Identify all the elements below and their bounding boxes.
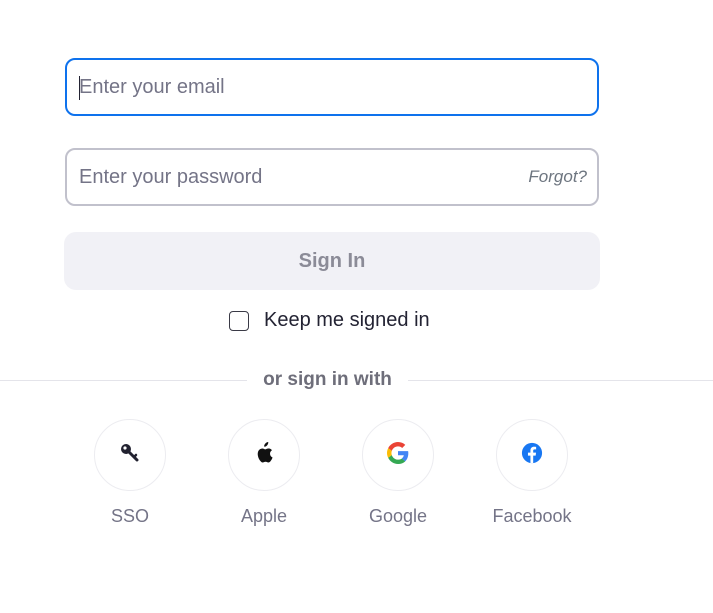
keep-signed-in-checkbox[interactable] (229, 310, 249, 331)
alt-signin-divider-label: or sign in with (263, 369, 392, 390)
sign-in-button[interactable]: Sign In (64, 232, 600, 290)
text-cursor (79, 76, 80, 100)
key-icon (119, 442, 141, 469)
password-field[interactable]: Forgot? (65, 148, 599, 206)
google-icon (387, 441, 409, 469)
apple-signin-button[interactable]: Apple (209, 419, 319, 527)
google-circle[interactable] (362, 419, 434, 491)
apple-icon (254, 441, 274, 469)
facebook-circle[interactable] (496, 419, 568, 491)
divider-line-left (0, 380, 247, 381)
keep-signed-in-toggle[interactable]: Keep me signed in (229, 309, 430, 332)
sso-label: SSO (110, 506, 149, 526)
divider-line-right (408, 380, 713, 381)
email-input[interactable] (67, 60, 597, 114)
email-field[interactable] (65, 58, 599, 116)
apple-circle[interactable] (228, 419, 300, 491)
forgot-password-link[interactable]: Forgot? (528, 167, 597, 187)
facebook-icon (521, 442, 543, 469)
password-input[interactable] (67, 150, 529, 204)
sso-circle[interactable] (94, 419, 166, 491)
sso-signin-button[interactable]: SSO (75, 419, 185, 527)
apple-label: Apple (240, 506, 288, 526)
keep-signed-in-label: Keep me signed in (264, 309, 430, 331)
google-signin-button[interactable]: Google (343, 419, 453, 527)
facebook-signin-button[interactable]: Facebook (477, 419, 587, 527)
google-label: Google (368, 506, 428, 526)
facebook-label: Facebook (492, 506, 572, 526)
